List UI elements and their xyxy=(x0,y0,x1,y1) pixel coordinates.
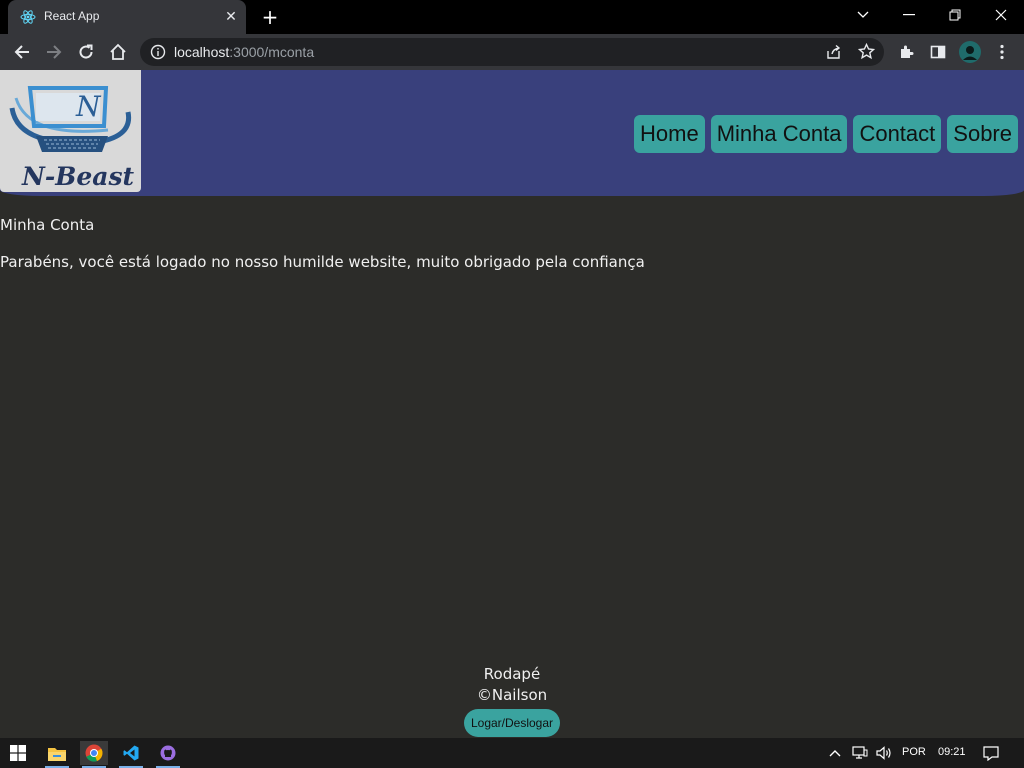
profile-avatar-icon[interactable] xyxy=(958,40,982,64)
footer-copyright: ©Nailson xyxy=(476,686,548,704)
chrome-icon[interactable] xyxy=(80,741,108,768)
site-header: N N-Beast Home Minha Conta Contact Sobre xyxy=(0,70,1024,196)
clock[interactable]: 09:21 xyxy=(938,746,966,758)
vscode-icon[interactable] xyxy=(117,741,145,768)
extensions-icon[interactable] xyxy=(894,40,918,64)
os-taskbar: POR 09:21 xyxy=(0,738,1024,768)
browser-tabstrip: React App ✕ + xyxy=(0,0,1024,34)
nav-contact[interactable]: Contact xyxy=(853,115,942,153)
home-icon[interactable] xyxy=(106,40,130,64)
welcome-message: Parabéns, você está logado no nosso humi… xyxy=(0,253,645,271)
nav-sobre[interactable]: Sobre xyxy=(947,115,1018,153)
close-window-icon[interactable] xyxy=(978,0,1024,30)
volume-icon[interactable] xyxy=(872,741,896,765)
site-info-icon[interactable] xyxy=(150,44,166,60)
new-tab-icon[interactable]: + xyxy=(258,6,282,28)
browser-toolbar: localhost:3000/mconta xyxy=(0,34,1024,70)
share-icon[interactable] xyxy=(826,44,842,60)
footer-title: Rodapé xyxy=(483,665,541,683)
tab-title: React App xyxy=(44,9,100,23)
page-title: Minha Conta xyxy=(0,216,95,234)
nav-minha-conta[interactable]: Minha Conta xyxy=(710,115,848,153)
web-page: N N-Beast Home Minha Conta Contact Sobre… xyxy=(0,70,1024,738)
bookmark-star-icon[interactable] xyxy=(858,43,875,60)
logo-wordmark: N-Beast xyxy=(22,162,135,191)
address-bar[interactable]: localhost:3000/mconta xyxy=(140,38,884,66)
language-indicator[interactable]: POR xyxy=(902,746,926,758)
main-nav: Home Minha Conta Contact Sobre xyxy=(634,115,1018,153)
close-tab-icon[interactable]: ✕ xyxy=(222,8,240,26)
restore-icon[interactable] xyxy=(932,0,978,30)
logo-letter: N xyxy=(76,90,101,123)
notifications-icon[interactable] xyxy=(978,741,1004,765)
menu-kebab-icon[interactable] xyxy=(990,40,1014,64)
browser-tab[interactable]: React App ✕ xyxy=(8,0,246,34)
url-host: localhost xyxy=(174,44,230,60)
url-path: :3000/mconta xyxy=(229,44,315,60)
laptop-logo-icon xyxy=(9,86,132,152)
file-explorer-icon[interactable] xyxy=(43,741,71,768)
login-logout-button[interactable]: Logar/Deslogar xyxy=(463,709,561,737)
reload-icon[interactable] xyxy=(74,40,98,64)
windows-start-icon[interactable] xyxy=(4,741,32,765)
back-icon[interactable] xyxy=(10,40,34,64)
site-logo[interactable]: N N-Beast xyxy=(0,70,141,192)
tab-search-icon[interactable] xyxy=(840,0,886,30)
nav-home[interactable]: Home xyxy=(634,115,705,153)
react-icon xyxy=(20,10,36,24)
site-footer: Rodapé ©Nailson Logar/Deslogar xyxy=(0,664,1024,737)
forward-icon[interactable] xyxy=(42,40,66,64)
tray-chevron-up-icon[interactable] xyxy=(822,741,848,765)
minimize-icon[interactable] xyxy=(886,0,932,30)
network-icon[interactable] xyxy=(848,741,872,765)
github-desktop-icon[interactable] xyxy=(154,741,182,768)
side-panel-icon[interactable] xyxy=(926,40,950,64)
